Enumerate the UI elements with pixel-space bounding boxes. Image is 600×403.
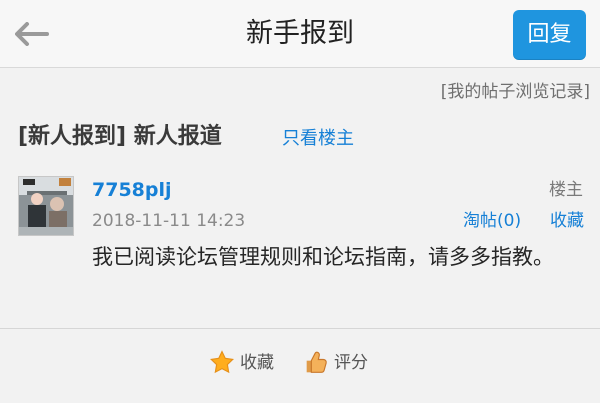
star-icon: [210, 350, 234, 374]
username-link[interactable]: 7758plj: [92, 178, 172, 202]
rate-action-label: 评分: [334, 353, 368, 373]
post-datetime: 2018-11-11 14:23: [92, 211, 246, 231]
thread-title: [新人报到] 新人报道: [18, 124, 222, 149]
top-bar: 新手报到 回复: [0, 0, 600, 68]
reply-button[interactable]: 回复: [513, 10, 586, 60]
avatar-image: [19, 177, 73, 235]
user-avatar[interactable]: [18, 176, 74, 236]
app-screen: 新手报到 回复 [我的帖子浏览记录] [新人报到] 新人报道 只看楼主 7758…: [0, 0, 600, 403]
rate-action[interactable]: 评分: [302, 348, 368, 378]
taotie-link[interactable]: 淘帖(0): [463, 208, 521, 234]
collect-action[interactable]: 收藏: [208, 348, 274, 378]
view-op-only-link[interactable]: 只看楼主: [282, 127, 354, 151]
thumbs-up-icon: [306, 351, 327, 373]
collect-action-label: 收藏: [240, 353, 274, 373]
post-content: 我已阅读论坛管理规则和论坛指南，请多多指教。: [92, 245, 554, 269]
post-history-link[interactable]: [我的帖子浏览记录]: [441, 80, 590, 104]
divider: [0, 328, 600, 329]
page-title: 新手报到: [246, 18, 354, 49]
floor-label: 楼主: [549, 180, 583, 200]
collect-link[interactable]: 收藏: [550, 208, 584, 234]
